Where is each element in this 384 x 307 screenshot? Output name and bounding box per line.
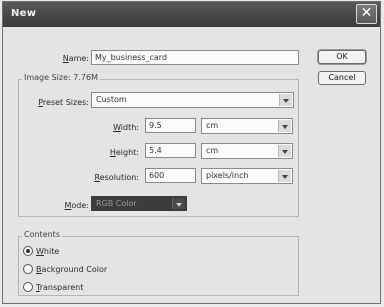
width-label: Width: — [113, 123, 139, 132]
preset-sizes-select[interactable]: Custom — [91, 92, 294, 108]
dialog-title: New — [11, 8, 37, 19]
contents-radio-transparent[interactable] — [23, 282, 33, 292]
chevron-down-icon[interactable] — [278, 170, 291, 182]
resolution-label: Resolution: — [94, 173, 140, 182]
width-unit-select[interactable]: cm — [201, 118, 293, 134]
resolution-unit-value: pixels/inch — [206, 171, 249, 180]
height-unit-value: cm — [206, 146, 219, 155]
chevron-down-icon[interactable] — [278, 145, 291, 157]
image-size-legend: Image Size: 7.76M — [22, 73, 100, 82]
contents-option-transparent[interactable]: Transparent — [36, 283, 83, 292]
chevron-down-icon[interactable] — [172, 198, 185, 209]
contents-option-background-color[interactable]: Background Color — [36, 265, 107, 274]
width-input[interactable]: 9.5 — [145, 118, 196, 133]
ok-button[interactable]: OK — [318, 50, 366, 64]
mode-select[interactable]: RGB Color — [91, 196, 187, 211]
height-unit-select[interactable]: cm — [201, 143, 293, 159]
close-icon[interactable]: ✕ — [356, 4, 377, 24]
new-document-dialog: New ✕ Name: My_business_card OK Cancel I… — [2, 1, 381, 304]
cancel-button[interactable]: Cancel — [318, 71, 366, 85]
mode-value: RGB Color — [96, 199, 137, 208]
preset-sizes-label: Preset Sizes: — [38, 98, 89, 107]
contents-radio-white[interactable] — [23, 246, 33, 256]
resolution-unit-select[interactable]: pixels/inch — [201, 168, 293, 184]
resolution-input[interactable]: 600 — [145, 168, 196, 183]
contents-radio-background-color[interactable] — [23, 264, 33, 274]
name-input[interactable]: My_business_card — [91, 50, 299, 65]
height-input[interactable]: 5.4 — [145, 143, 196, 158]
height-label: Height: — [109, 148, 139, 157]
mode-label: Mode: — [64, 201, 90, 210]
title-bar[interactable]: New ✕ — [3, 2, 380, 27]
contents-legend: Contents — [22, 230, 62, 239]
name-label: Name: — [62, 54, 89, 63]
chevron-down-icon[interactable] — [278, 120, 291, 132]
contents-option-white[interactable]: White — [36, 247, 59, 256]
width-unit-value: cm — [206, 121, 219, 130]
preset-sizes-value: Custom — [96, 95, 127, 104]
chevron-down-icon[interactable] — [279, 94, 292, 106]
